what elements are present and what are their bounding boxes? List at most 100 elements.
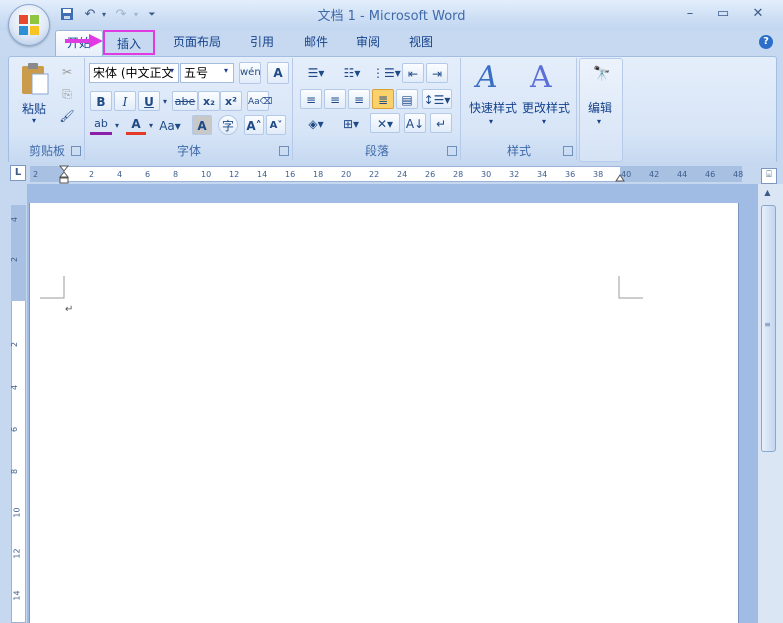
ruler-ticks: 2 2 4 6 8 10 12 14 16 18 20 22 24 26 28 30 32 34 36 38 40 42 4… [30, 166, 743, 182]
ruler-tick-label: 8 [173, 170, 179, 179]
quick-styles-label[interactable]: 快速样式 [469, 99, 517, 116]
quick-styles-icon[interactable]: A [476, 60, 498, 95]
maximize-icon[interactable]: ▭ [711, 5, 735, 23]
tab-insert[interactable]: 插入 [103, 30, 155, 55]
ruler-tick-label: 28 [453, 170, 464, 179]
multilevel-list-icon[interactable]: ⋮☰▾ [372, 63, 401, 83]
clear-formatting-icon[interactable]: Aa⌫ [247, 91, 272, 111]
ruler-tick-label: 26 [425, 170, 436, 179]
phonetic-guide-icon[interactable]: wén [239, 62, 261, 84]
enclose-characters-icon[interactable]: 字 [218, 115, 238, 135]
format-painter-icon[interactable]: 🖌 [58, 106, 76, 126]
copy-icon[interactable]: ⎘ [58, 84, 76, 104]
ruler-tick-label: 14 [257, 170, 268, 179]
ruler-tick-label: 24 [397, 170, 408, 179]
chevron-down-icon[interactable]: ▾ [597, 117, 601, 126]
ruler-tick-label: 38 [593, 170, 604, 179]
character-shading-icon[interactable]: A [192, 115, 212, 135]
change-case-icon[interactable]: Aa▾ [158, 116, 182, 136]
document-page[interactable] [29, 203, 739, 623]
bullets-icon[interactable]: ☰▾ [300, 63, 332, 83]
paste-dropdown-icon[interactable]: ▾ [32, 116, 36, 125]
change-styles-label[interactable]: 更改样式 [522, 99, 570, 116]
vertical-ruler-ticks: 4 2 2 4 6 8 10 12 14 [10, 205, 26, 623]
help-icon[interactable]: ? [759, 35, 773, 49]
bold-button[interactable]: B [90, 91, 112, 111]
chevron-down-icon[interactable]: ▾ [160, 92, 170, 112]
right-indent-marker-icon[interactable] [615, 170, 625, 182]
tab-references[interactable]: 引用 [242, 30, 282, 55]
change-styles-icon[interactable]: A [530, 60, 552, 95]
underline-button[interactable]: U [138, 91, 160, 111]
borders-icon[interactable]: ⊞▾ [336, 114, 366, 134]
shading-icon[interactable]: ◈▾ [300, 114, 332, 134]
ruler-tick-label: 32 [509, 170, 520, 179]
tab-review[interactable]: 审阅 [348, 30, 388, 55]
margin-corner-top-right [618, 276, 643, 299]
highlight-icon[interactable]: ab [90, 116, 112, 135]
character-border-icon[interactable]: A [267, 62, 289, 84]
chevron-down-icon[interactable]: ▾ [489, 117, 493, 126]
ruler-tick-label: 4 [117, 170, 123, 179]
dialog-launcher-icon[interactable] [563, 146, 573, 156]
editing-label[interactable]: 编辑 [588, 99, 612, 116]
shrink-font-icon[interactable]: A˅ [266, 115, 286, 135]
paste-button-label[interactable]: 粘贴 [22, 100, 46, 117]
strikethrough-button[interactable]: abe [172, 91, 198, 111]
italic-button[interactable]: I [114, 91, 136, 111]
minimize-icon[interactable]: – [678, 5, 702, 23]
align-right-icon[interactable]: ≡ [348, 89, 370, 109]
paragraph-group-label: 段落 [364, 144, 389, 158]
vertical-ruler-tick-label: 2 [10, 341, 20, 348]
font-group-label: 字体 [176, 144, 201, 158]
paste-icon[interactable] [20, 62, 50, 96]
ruler-tick-label: 12 [229, 170, 240, 179]
dialog-launcher-icon[interactable] [71, 146, 81, 156]
ruler-tick-label: 18 [313, 170, 324, 179]
office-logo-icon [19, 15, 39, 35]
show-marks-icon[interactable]: ↵ [430, 113, 452, 133]
dialog-launcher-icon[interactable] [279, 146, 289, 156]
font-name-combo[interactable]: 宋体 (中文正文 [89, 63, 179, 83]
chinese-layout-icon[interactable]: ✕▾ [370, 113, 400, 133]
ruler-tick-label: 22 [369, 170, 380, 179]
tab-mailings[interactable]: 邮件 [296, 30, 336, 55]
ruler-tick-label: 34 [537, 170, 548, 179]
scroll-up-icon[interactable]: ▲ [761, 188, 774, 201]
annotation-arrow-icon [65, 34, 103, 48]
ruler-tick-label: 46 [705, 170, 716, 179]
indent-marker-icon[interactable] [59, 165, 69, 184]
subscript-button[interactable]: x₂ [198, 91, 220, 111]
cut-icon[interactable]: ✂ [58, 62, 76, 82]
office-button[interactable] [8, 4, 50, 46]
numbering-icon[interactable]: ☷▾ [336, 63, 368, 83]
chevron-down-icon[interactable]: ▾ [112, 116, 122, 136]
increase-indent-icon[interactable]: ⇥ [426, 63, 448, 83]
tab-page-layout[interactable]: 页面布局 [166, 30, 228, 55]
align-center-icon[interactable]: ≡ [324, 89, 346, 109]
distributed-icon[interactable]: ▤ [396, 89, 418, 109]
justify-icon[interactable]: ≣ [372, 89, 394, 109]
ruler-tick-label: 42 [649, 170, 660, 179]
ruler-tick-label: 2 [89, 170, 95, 179]
align-left-icon[interactable]: ≡ [300, 89, 322, 109]
superscript-button[interactable]: x² [220, 91, 242, 111]
ruler-tick-label: 44 [677, 170, 688, 179]
line-spacing-icon[interactable]: ↕☰▾ [422, 89, 452, 109]
chevron-down-icon[interactable]: ▾ [146, 116, 156, 136]
sort-icon[interactable]: A↓ [404, 113, 426, 133]
tab-view[interactable]: 视图 [401, 30, 441, 55]
dialog-launcher-icon[interactable] [447, 146, 457, 156]
close-icon[interactable]: ✕ [746, 5, 770, 23]
decrease-indent-icon[interactable]: ⇤ [402, 63, 424, 83]
vertical-ruler-tick-label: 14 [12, 590, 22, 601]
vertical-ruler-tick-label: 12 [12, 548, 22, 559]
tab-selector-icon[interactable]: L [10, 165, 26, 181]
ruler-tick-label: 30 [481, 170, 492, 179]
chevron-down-icon[interactable]: ▾ [170, 66, 174, 75]
chevron-down-icon[interactable]: ▾ [542, 117, 546, 126]
grow-font-icon[interactable]: A˄ [244, 115, 264, 135]
chevron-down-icon[interactable]: ▾ [224, 66, 228, 75]
view-ruler-icon[interactable]: ⌸ [761, 168, 777, 184]
font-color-icon[interactable]: A [126, 116, 146, 135]
